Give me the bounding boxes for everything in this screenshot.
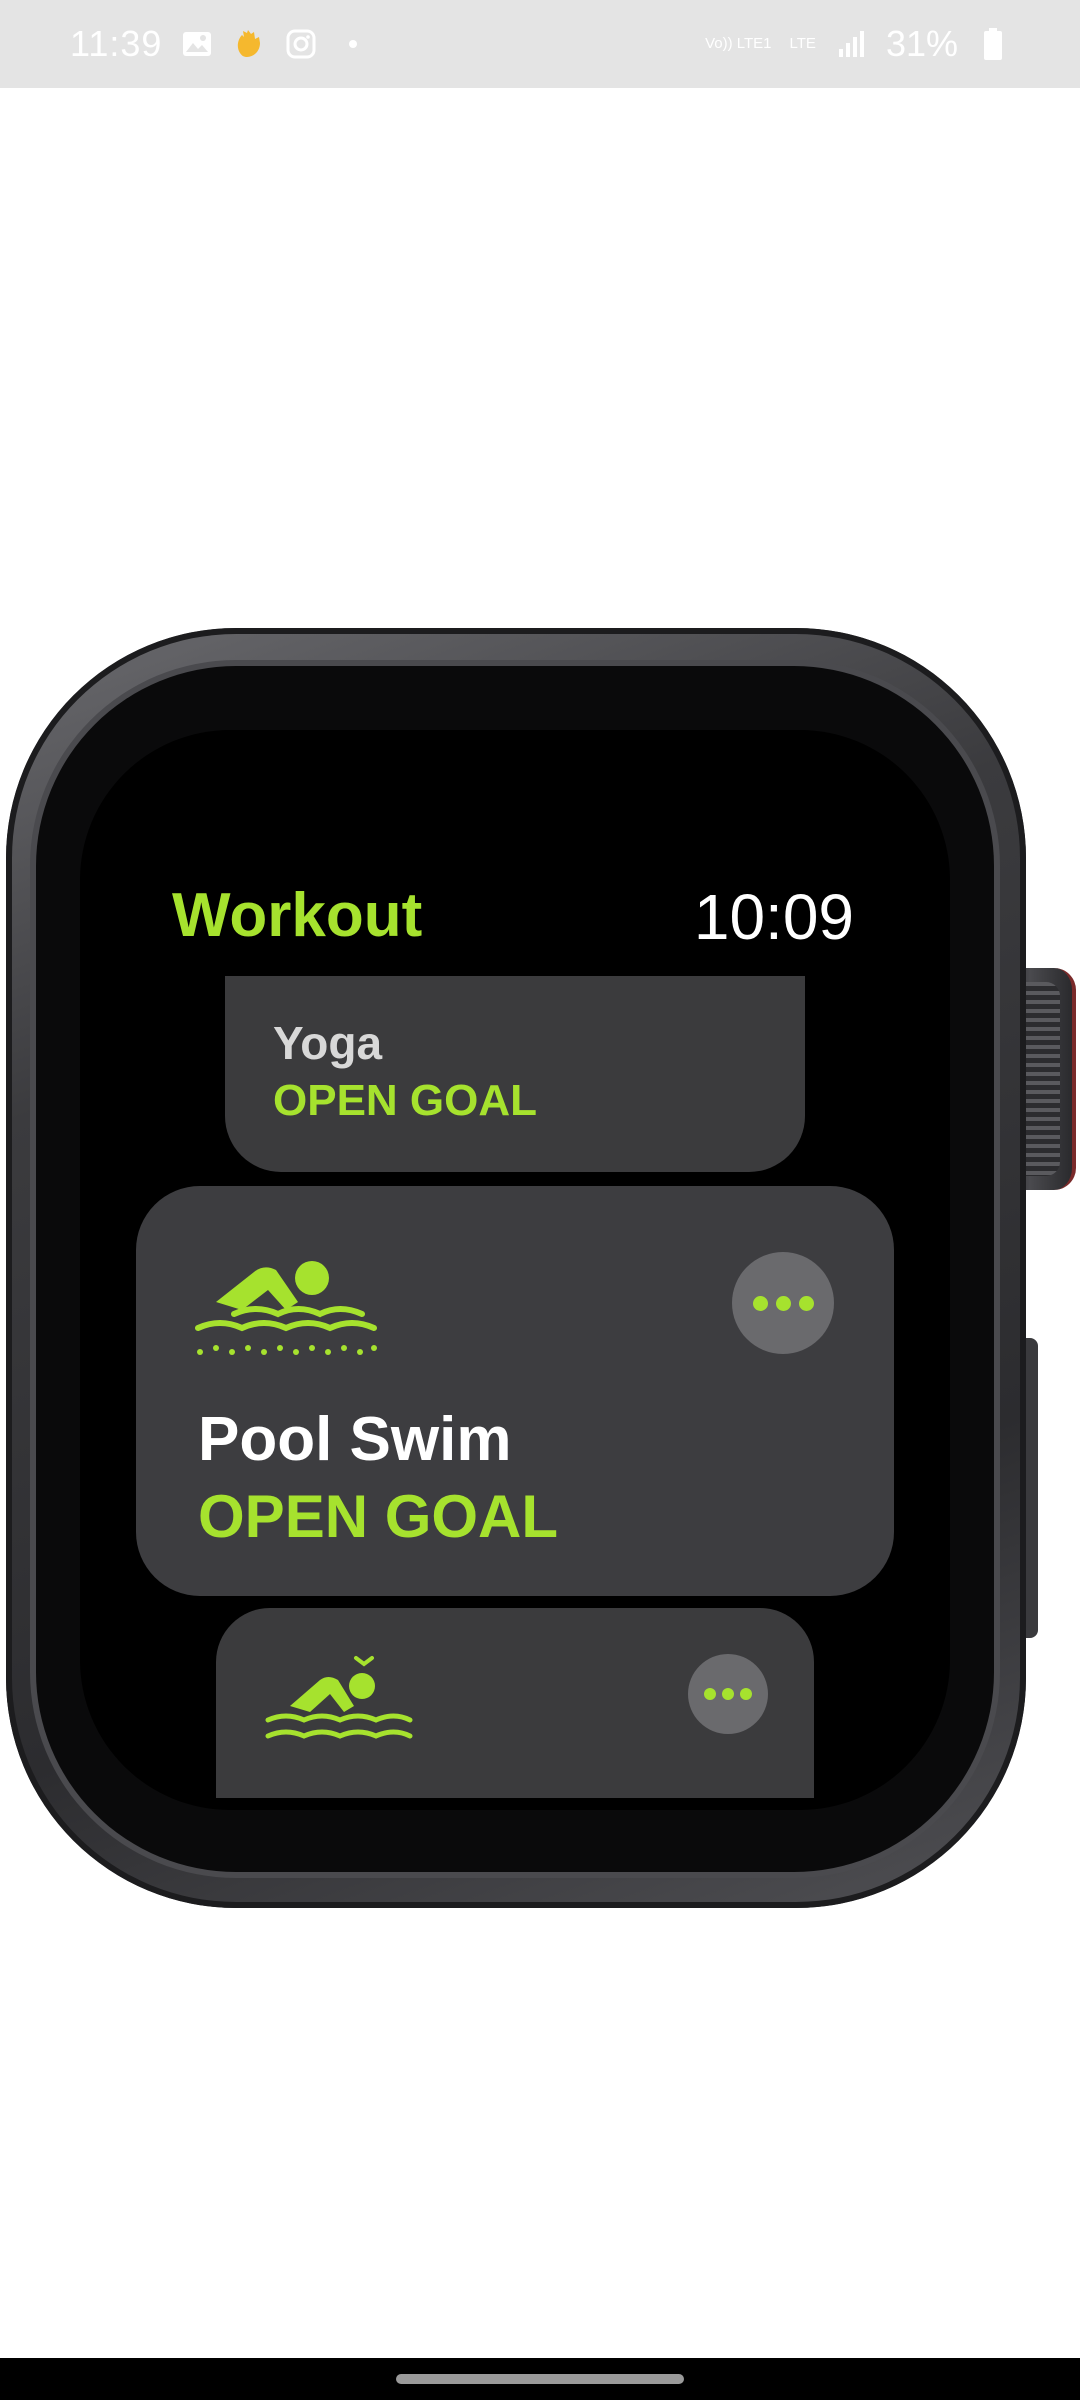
dot-icon xyxy=(336,27,370,61)
app-title: Workout xyxy=(172,881,423,950)
status-bar-right: Vo)) LTE1 LTE 31% xyxy=(705,23,1010,65)
status-time: 11:39 xyxy=(70,23,163,64)
home-indicator[interactable] xyxy=(396,2374,684,2384)
more-options-button[interactable] xyxy=(732,1252,834,1354)
lte-label: LTE xyxy=(789,35,816,52)
battery-percent: 31% xyxy=(885,23,958,64)
more-dot xyxy=(704,1688,716,1700)
more-dot xyxy=(775,1295,791,1311)
watch-image: Workout 10:09 Yoga OPEN GOAL Pool Swim O… xyxy=(0,88,1080,2358)
volte-label: Vo)) LTE1 xyxy=(705,35,772,52)
signal-icon xyxy=(834,27,868,61)
more-dot xyxy=(722,1688,734,1700)
battery-icon xyxy=(976,27,1010,61)
more-dot xyxy=(740,1688,752,1700)
status-bar-left: 11:39 xyxy=(70,23,370,65)
more-dot xyxy=(752,1295,768,1311)
more-options-button[interactable] xyxy=(688,1654,768,1734)
watch-time: 10:09 xyxy=(693,881,854,953)
workout-card-open-water-swim[interactable] xyxy=(216,1608,814,1798)
open-water-swim-icon xyxy=(264,1654,414,1758)
more-dot xyxy=(798,1295,814,1311)
status-bar: 11:39 Vo)) LTE1 LTE 31% xyxy=(0,0,1080,88)
watch-screen: Workout 10:09 Yoga OPEN GOAL Pool Swim O… xyxy=(80,730,950,1810)
workout-card-yoga[interactable]: Yoga OPEN GOAL xyxy=(225,976,805,1172)
gallery-icon xyxy=(180,27,214,61)
instagram-icon xyxy=(284,27,318,61)
pool-swim-icon xyxy=(194,1254,378,1364)
workout-name: Yoga xyxy=(273,1017,383,1069)
workout-card-pool-swim[interactable]: Pool Swim OPEN GOAL xyxy=(136,1186,894,1596)
wave-emoji-icon xyxy=(232,27,266,61)
navigation-bar xyxy=(0,2358,1080,2400)
workout-goal: OPEN GOAL xyxy=(198,1483,559,1550)
workout-goal: OPEN GOAL xyxy=(273,1076,538,1125)
workout-name: Pool Swim xyxy=(198,1405,512,1474)
